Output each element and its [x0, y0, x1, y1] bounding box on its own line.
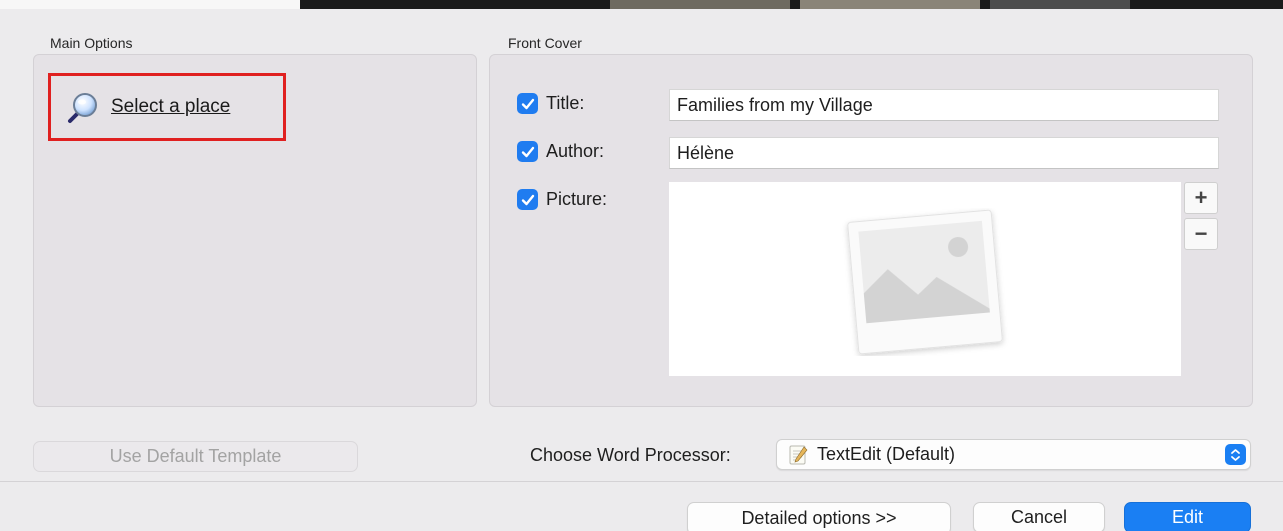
magnifier-icon: [68, 93, 97, 123]
title-field[interactable]: Families from my Village: [669, 89, 1219, 121]
photo-placeholder-icon: [847, 209, 1003, 355]
front-cover-heading: Front Cover: [508, 35, 582, 51]
word-processor-select[interactable]: TextEdit (Default): [776, 439, 1251, 470]
footer-separator: [0, 481, 1283, 482]
edit-button[interactable]: Edit: [1124, 502, 1251, 531]
up-down-chevron-icon: [1225, 444, 1246, 465]
word-processor-label: Choose Word Processor:: [530, 445, 731, 465]
select-place-label: Select a place: [111, 96, 231, 117]
detailed-options-button[interactable]: Detailed options >>: [687, 502, 951, 531]
header-image-strip: [300, 0, 1283, 9]
add-picture-button[interactable]: +: [1184, 182, 1218, 214]
top-image-margin: [0, 0, 300, 9]
title-checkbox[interactable]: [517, 93, 538, 114]
author-checkbox-row[interactable]: Author:: [517, 141, 604, 162]
checkmark-icon: [521, 146, 534, 157]
picture-well[interactable]: [669, 182, 1181, 376]
author-checkbox[interactable]: [517, 141, 538, 162]
picture-label: Picture:: [546, 189, 608, 209]
picture-checkbox[interactable]: [517, 189, 538, 210]
cancel-button[interactable]: Cancel: [973, 502, 1105, 531]
author-label: Author:: [546, 141, 605, 161]
author-field[interactable]: Hélène: [669, 137, 1219, 169]
use-default-template-button[interactable]: Use Default Template: [33, 441, 358, 472]
word-processor-value: TextEdit (Default): [817, 444, 956, 464]
title-label: Title:: [546, 93, 585, 113]
main-options-heading: Main Options: [50, 35, 133, 51]
remove-picture-button[interactable]: −: [1184, 218, 1218, 250]
select-place-link[interactable]: Select a place: [48, 73, 286, 141]
checkmark-icon: [521, 98, 534, 109]
book-options-dialog: Main Options Select a place Front Cover …: [0, 0, 1283, 531]
textedit-icon: [789, 445, 808, 464]
picture-checkbox-row[interactable]: Picture:: [517, 189, 607, 210]
checkmark-icon: [521, 194, 534, 205]
title-checkbox-row[interactable]: Title:: [517, 93, 584, 114]
